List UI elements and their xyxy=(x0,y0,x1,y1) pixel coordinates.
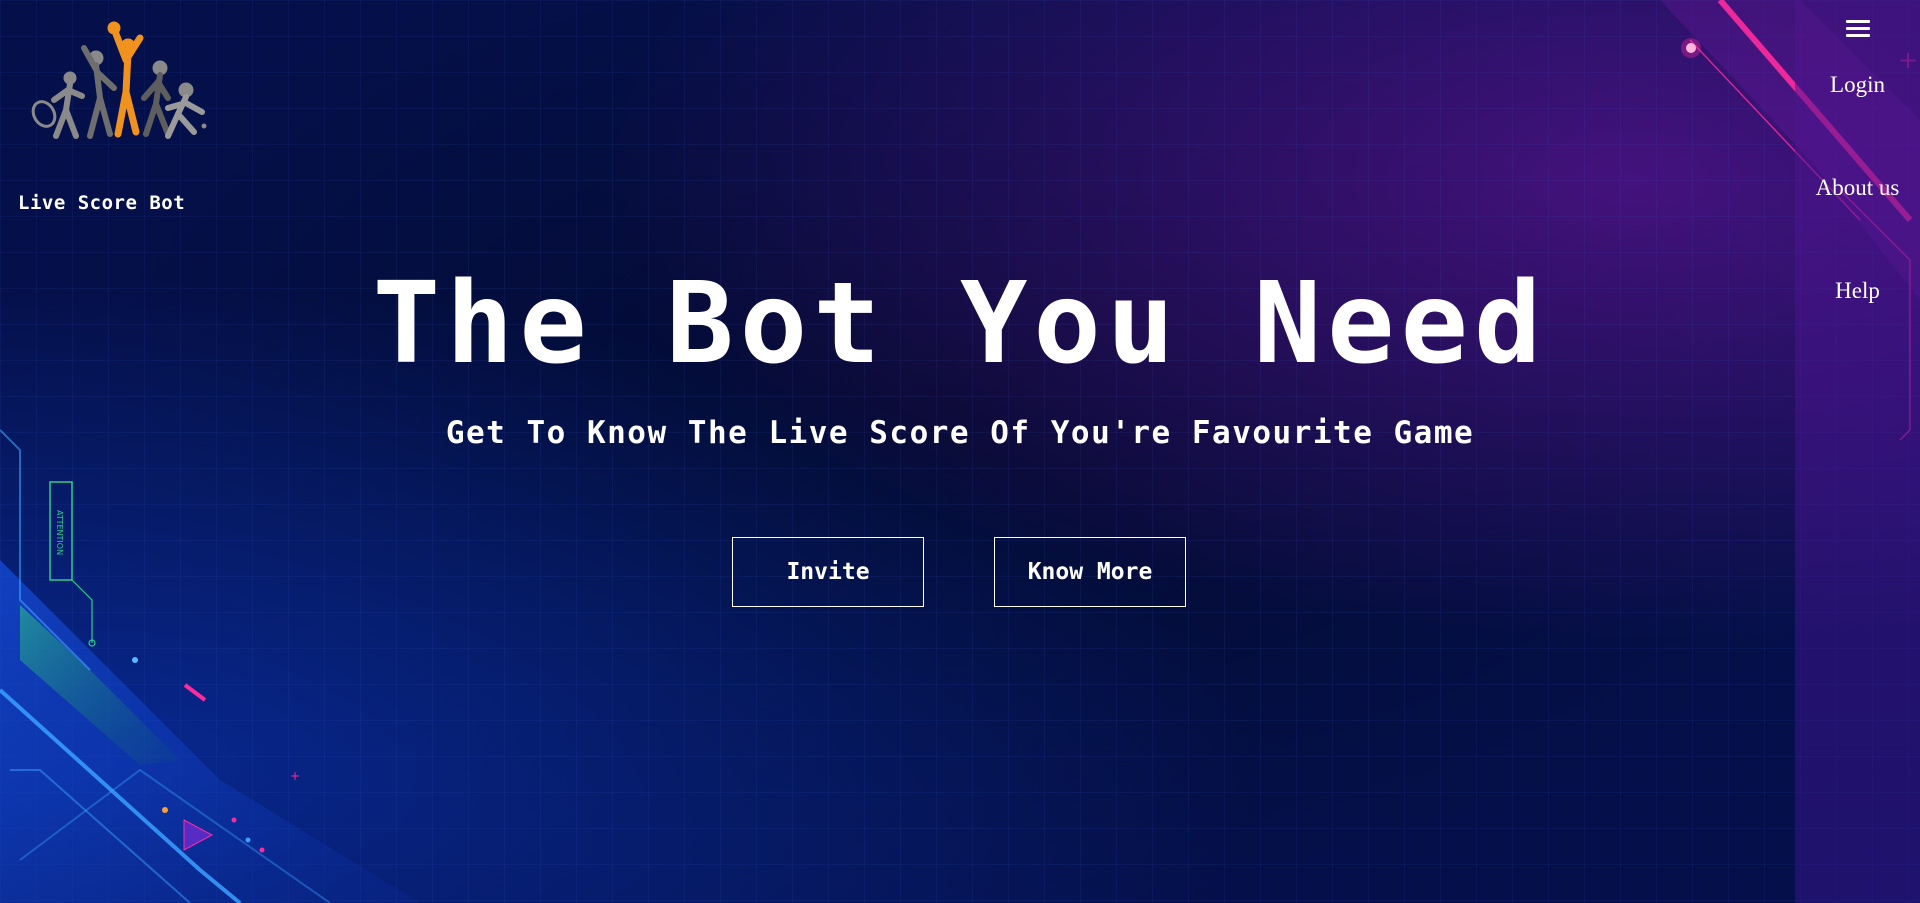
hero-title: The Bot You Need xyxy=(372,259,1548,389)
know-more-button[interactable]: Know More xyxy=(994,537,1186,607)
svg-text:+: + xyxy=(290,769,300,783)
page-background: ATTENTION + + xyxy=(0,0,1920,903)
brand-name[interactable]: Live Score Bot xyxy=(18,192,238,214)
nav-login-link[interactable]: Login xyxy=(1795,72,1920,98)
sidebar-nav: Login About us Help xyxy=(1795,0,1920,903)
left-circuit-decoration: ATTENTION + xyxy=(0,429,420,903)
hero-subtitle: Get To Know The Live Score Of You're Fav… xyxy=(445,415,1475,451)
hamburger-icon[interactable] xyxy=(1845,20,1870,40)
attention-label: ATTENTION xyxy=(55,510,64,555)
sports-figures-logo-icon[interactable] xyxy=(18,18,218,148)
brand-block: Live Score Bot xyxy=(18,18,238,214)
invite-button[interactable]: Invite xyxy=(732,537,924,607)
nav-about-us-link[interactable]: About us xyxy=(1795,175,1920,201)
